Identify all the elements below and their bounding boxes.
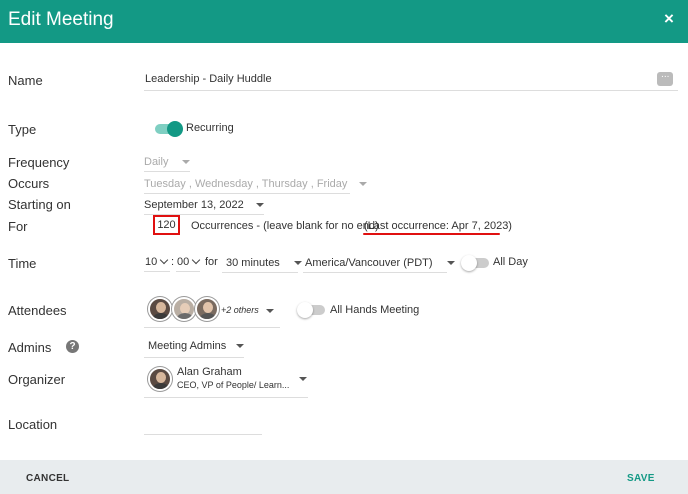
chevron-down-icon <box>160 255 169 265</box>
frequency-label: Frequency <box>8 155 70 170</box>
avatar[interactable] <box>195 297 219 321</box>
time-colon: : <box>171 256 175 268</box>
admins-underline <box>144 357 244 358</box>
duration-select[interactable]: 30 minutes <box>226 257 302 269</box>
caret-down-icon[interactable] <box>299 377 307 381</box>
starting-on-label: Starting on <box>8 197 71 212</box>
last-occurrence-underline <box>363 233 500 235</box>
all-hands-toggle[interactable] <box>297 302 325 318</box>
organizer-label: Organizer <box>8 372 66 387</box>
frequency-select[interactable]: Daily <box>144 156 191 168</box>
last-occurrence: (Last occurrence: Apr 7, 2023) <box>364 220 512 232</box>
all-hands-label: All Hands Meeting <box>330 304 420 316</box>
avatar[interactable] <box>148 297 172 321</box>
name-label: Name <box>8 73 43 88</box>
caret-down-icon <box>182 160 191 165</box>
frequency-underline <box>144 171 190 172</box>
starting-on-select[interactable]: September 13, 2022 <box>144 199 264 211</box>
toggle-knob <box>297 302 313 318</box>
timezone-select[interactable]: America/Vancouver (PDT) <box>305 257 455 269</box>
admins-label: Admins <box>8 340 52 355</box>
help-icon[interactable]: ? <box>66 340 79 353</box>
attendees-underline <box>144 327 280 328</box>
close-icon[interactable]: × <box>664 10 674 27</box>
admins-value: Meeting Admins <box>148 340 227 352</box>
caret-down-icon <box>359 182 368 187</box>
save-button[interactable]: SAVE <box>627 473 655 484</box>
hour-select[interactable]: 10 <box>145 255 169 268</box>
time-label: Time <box>8 256 37 271</box>
duration-underline <box>222 272 298 273</box>
hour-value: 10 <box>145 256 158 268</box>
organizer-underline <box>144 397 308 398</box>
dialog-title: Edit Meeting <box>8 9 114 30</box>
more-icon[interactable]: ··· <box>657 72 673 86</box>
dialog-footer: CANCEL SAVE <box>0 460 688 494</box>
recurring-label: Recurring <box>186 122 234 134</box>
name-underline <box>144 90 678 91</box>
frequency-value: Daily <box>144 156 169 168</box>
admins-select[interactable]: Meeting Admins <box>148 340 245 352</box>
type-label: Type <box>8 122 37 137</box>
caret-down-icon[interactable] <box>266 309 274 313</box>
caret-down-icon <box>236 344 245 349</box>
timezone-underline <box>303 272 447 273</box>
location-label: Location <box>8 417 58 432</box>
minute-underline <box>176 271 200 272</box>
organizer-role: CEO, VP of People/ Learn... <box>177 380 290 390</box>
occurs-underline <box>144 193 350 194</box>
avatar[interactable] <box>172 297 196 321</box>
recurring-toggle[interactable] <box>155 121 183 137</box>
name-input[interactable]: Leadership - Daily Huddle <box>145 73 272 85</box>
starting-on-value: September 13, 2022 <box>144 199 244 211</box>
caret-down-icon <box>293 261 302 266</box>
occurs-value: Tuesday , Wednesday , Thursday , Friday <box>144 178 348 190</box>
cancel-button[interactable]: CANCEL <box>26 473 69 484</box>
organizer-name: Alan Graham <box>177 366 242 378</box>
timezone-value: America/Vancouver (PDT) <box>305 257 433 269</box>
attendees-others[interactable]: +2 others <box>221 305 259 315</box>
attendees-label: Attendees <box>8 303 67 318</box>
dialog-header: Edit Meeting × <box>0 0 688 43</box>
minute-select[interactable]: 00 <box>177 255 201 268</box>
for-word: for <box>205 256 218 268</box>
caret-down-icon <box>255 203 264 208</box>
toggle-knob <box>167 121 183 137</box>
occurs-select[interactable]: Tuesday , Wednesday , Thursday , Friday <box>144 178 368 190</box>
chevron-down-icon <box>192 255 201 265</box>
all-day-label: All Day <box>493 256 528 268</box>
occurrence-count-input[interactable]: 120 <box>153 215 180 235</box>
location-underline <box>144 434 262 435</box>
toggle-knob <box>461 255 477 271</box>
occurrences-hint: Occurrences - (leave blank for no end) <box>191 220 379 232</box>
hour-underline <box>144 271 170 272</box>
organizer-avatar <box>148 367 172 391</box>
minute-value: 00 <box>177 256 190 268</box>
occurs-label: Occurs <box>8 176 50 191</box>
all-day-toggle[interactable] <box>461 255 489 271</box>
for-label: For <box>8 219 28 234</box>
duration-value: 30 minutes <box>226 257 280 269</box>
caret-down-icon <box>446 261 455 266</box>
